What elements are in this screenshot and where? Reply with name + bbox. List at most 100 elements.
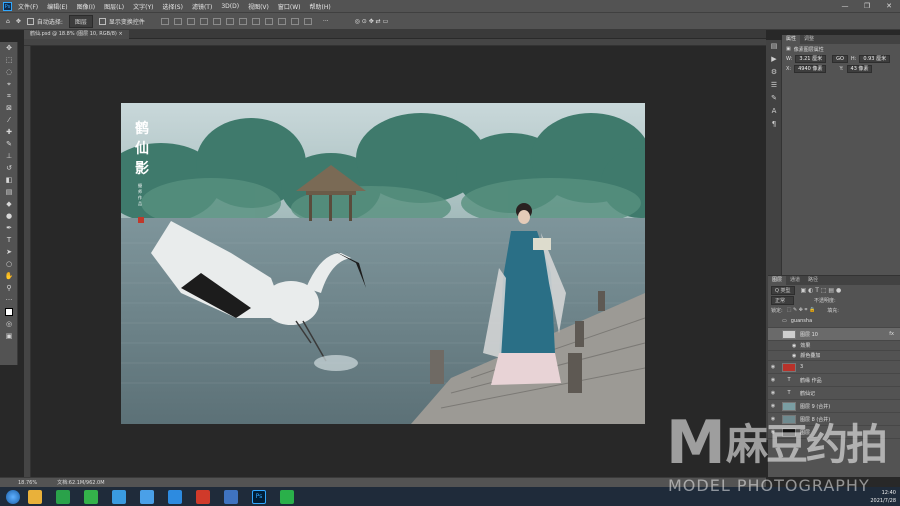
screen-mode-icon[interactable]: ▣ (0, 330, 18, 342)
fx-badge[interactable]: fx (889, 331, 894, 337)
layer-row[interactable]: ◉ 图层 9 (合并) (768, 400, 900, 413)
align-top-icon[interactable] (199, 17, 208, 25)
menu-file[interactable]: 文件(F) (18, 2, 38, 11)
menu-window[interactable]: 窗口(W) (278, 2, 301, 11)
marquee-tool-icon[interactable]: ⬚ (0, 54, 18, 66)
height-field[interactable]: 0.93 厘米 (859, 55, 891, 63)
visibility-eye-icon[interactable]: ◉ (768, 416, 778, 422)
restore-button[interactable]: ❐ (856, 0, 878, 12)
canvas-image[interactable]: 鹤仙影 摄 师 作 品 (121, 103, 645, 424)
quick-mask-icon[interactable]: ◎ (0, 318, 18, 330)
visibility-eye-icon[interactable]: ◉ (768, 429, 778, 435)
visibility-eye-icon[interactable]: ◉ (768, 364, 778, 370)
properties-panel-icon[interactable]: ⚙ (766, 66, 782, 79)
effect-eye-icon[interactable]: ◉ (792, 353, 796, 359)
app-icon[interactable] (224, 489, 238, 504)
filter-icons[interactable]: ▣ ◐ T ⬚ ▤ ● (801, 287, 842, 294)
menu-help[interactable]: 帮助(H) (310, 2, 331, 11)
app-icon[interactable] (140, 489, 154, 504)
distribute-icon[interactable] (238, 17, 247, 25)
more-options-icon[interactable]: ··· (323, 18, 329, 25)
zoom-tool-icon[interactable]: ⚲ (0, 282, 18, 294)
ie-browser-icon[interactable] (168, 489, 182, 504)
file-explorer-icon[interactable] (28, 489, 42, 504)
show-transform-checkbox[interactable] (98, 17, 106, 25)
visibility-eye-icon[interactable]: ◉ (768, 377, 778, 383)
width-field[interactable]: 3.21 厘米 (795, 55, 827, 63)
menu-edit[interactable]: 编辑(E) (47, 2, 67, 11)
layer-row[interactable]: ▭ guansha (768, 315, 900, 328)
tray-time[interactable]: 12:40 (870, 489, 896, 497)
distribute-icon[interactable] (290, 17, 299, 25)
menu-view[interactable]: 视图(V) (248, 2, 269, 11)
x-field[interactable]: 4940 像素 (794, 65, 827, 73)
wechat-icon[interactable] (280, 489, 294, 504)
history-panel-icon[interactable]: ▤ (766, 40, 782, 53)
visibility-eye-icon[interactable]: ◉ (768, 403, 778, 409)
tab-layers[interactable]: 图层 (768, 276, 787, 285)
home-icon[interactable]: ⌂ (6, 18, 10, 25)
align-center-icon[interactable] (173, 17, 182, 25)
layer-row[interactable]: 图层 10 fx (768, 328, 900, 341)
move-tool-icon[interactable]: ✥ (16, 18, 21, 25)
eraser-tool-icon[interactable]: ◧ (0, 174, 18, 186)
lock-icons[interactable]: ⬚ ✎ ✥ ⌗ 🔒 (787, 307, 816, 313)
path-select-tool-icon[interactable]: ➤ (0, 246, 18, 258)
align-left-icon[interactable] (160, 17, 169, 25)
move-tool-icon[interactable]: ✥ (0, 42, 18, 54)
distribute-icon[interactable] (303, 17, 312, 25)
stamp-tool-icon[interactable]: ⊥ (0, 150, 18, 162)
brush-panel-icon[interactable]: ✎ (766, 92, 782, 105)
color-swatch-icon[interactable] (0, 306, 18, 318)
lasso-tool-icon[interactable]: ◌ (0, 66, 18, 78)
effect-eye-icon[interactable]: ◉ (792, 343, 796, 349)
layer-row[interactable]: ◉ T 鹤缘 作品 (768, 374, 900, 387)
quick-select-tool-icon[interactable]: ⌖ (0, 78, 18, 90)
dodge-tool-icon[interactable]: ● (0, 210, 18, 222)
hand-tool-icon[interactable]: ✋ (0, 270, 18, 282)
align-bottom-icon[interactable] (225, 17, 234, 25)
tab-paths[interactable]: 路径 (804, 276, 822, 285)
app-icon[interactable] (84, 489, 98, 504)
menu-image[interactable]: 图像(I) (77, 2, 95, 11)
distribute-icon[interactable] (251, 17, 260, 25)
distribute-icon[interactable] (277, 17, 286, 25)
tray-date[interactable]: 2021/7/28 (870, 497, 896, 505)
pen-tool-icon[interactable]: ✒ (0, 222, 18, 234)
align-middle-icon[interactable] (212, 17, 221, 25)
tab-adjustments[interactable]: 调整 (800, 35, 818, 44)
paragraph-panel-icon[interactable]: ¶ (766, 118, 782, 131)
more-tools-icon[interactable]: ··· (0, 294, 18, 306)
gradient-tool-icon[interactable]: ▤ (0, 186, 18, 198)
effects-row[interactable]: ◉ 效果 (768, 341, 900, 351)
layer-kind-filter[interactable]: Q 类型 (771, 285, 795, 295)
app-icon[interactable] (56, 489, 70, 504)
actions-panel-icon[interactable]: ▶ (766, 53, 782, 66)
start-button-icon[interactable] (6, 489, 20, 504)
layer-row[interactable]: ◉ T 鹤仙记 (768, 387, 900, 400)
link-dimensions-button[interactable]: GO (832, 55, 848, 63)
visibility-eye-icon[interactable]: ◉ (768, 390, 778, 396)
blur-tool-icon[interactable]: ◆ (0, 198, 18, 210)
menu-type[interactable]: 文字(Y) (133, 2, 153, 11)
media-player-icon[interactable] (112, 489, 126, 504)
menu-select[interactable]: 选择(S) (162, 2, 183, 11)
layer-row[interactable]: ◉ 图层 (768, 426, 900, 439)
distribute-icon[interactable] (264, 17, 273, 25)
y-field[interactable]: 43 像素 (846, 65, 873, 73)
blend-mode-dropdown[interactable]: 正常 (771, 295, 795, 305)
minimize-button[interactable]: — (834, 0, 856, 12)
close-button[interactable]: ✕ (878, 0, 900, 12)
history-brush-icon[interactable]: ↺ (0, 162, 18, 174)
menu-layer[interactable]: 图层(L) (104, 2, 124, 11)
crop-tool-icon[interactable]: ⌗ (0, 90, 18, 102)
3d-mode-icon[interactable]: ◎ ⊙ ✥ ⇄ ▭ (355, 18, 389, 25)
layer-row[interactable]: ◉ 图层 8 (合并) (768, 413, 900, 426)
zoom-level[interactable]: 18.76% (18, 480, 37, 486)
auto-select-target-dropdown[interactable]: 图层 (68, 14, 93, 28)
menu-filter[interactable]: 滤镜(T) (192, 2, 212, 11)
document-tab[interactable]: 鹤仙.psd @ 18.8% (图层 10, RGB/8) × (24, 30, 129, 39)
app-icon[interactable] (196, 489, 210, 504)
tab-properties[interactable]: 属性 (782, 35, 801, 44)
frame-tool-icon[interactable]: ⊠ (0, 102, 18, 114)
